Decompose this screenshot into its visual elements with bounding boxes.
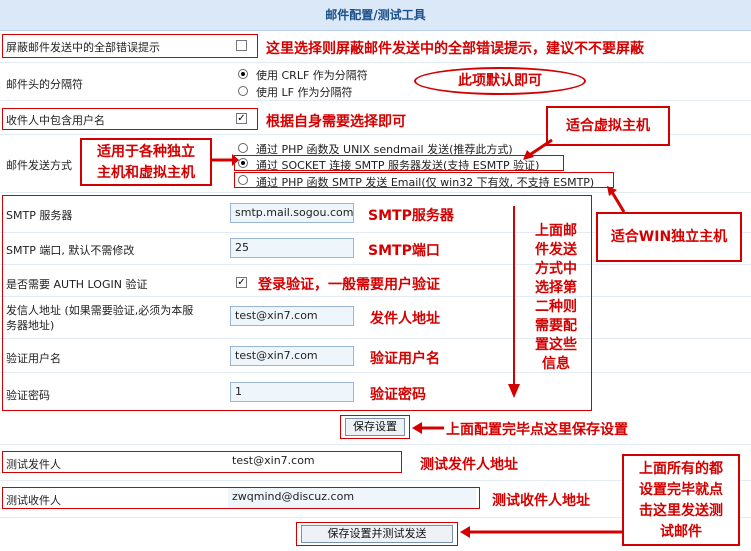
virtual-host-arrow <box>523 138 553 160</box>
virtual-dedicated-line2: 主机和虚拟主机 <box>97 165 195 181</box>
smtp-config-vertical-note: 上面邮 件发送 方式中 选择第 二种则 需要配 置这些 信息 <box>535 223 577 372</box>
smtp-port-label: SMTP 端口, 默认不需修改 <box>6 244 135 257</box>
include-username-note: 根据自身需要选择即可 <box>266 114 406 130</box>
test-sender-note: 测试发件人地址 <box>420 457 518 473</box>
auth-password-input[interactable]: 1 <box>230 382 354 402</box>
from-address-label-line2: 务器地址) <box>6 319 55 332</box>
auth-password-label: 验证密码 <box>6 389 50 402</box>
save-test-arrow <box>460 526 626 538</box>
send-method-socket-label: 通过 SOCKET 连接 SMTP 服务器发送(支持 ESMTP 验证) <box>256 159 540 172</box>
save-arrow <box>412 422 444 434</box>
from-address-input[interactable]: test@xin7.com <box>230 306 354 326</box>
row-divider <box>0 62 751 63</box>
from-address-note: 发件人地址 <box>370 311 440 327</box>
auth-user-label: 验证用户名 <box>6 352 61 365</box>
row-divider <box>0 192 751 193</box>
smtp-port-input[interactable]: 25 <box>230 238 354 258</box>
smtp-server-note: SMTP服务器 <box>368 208 454 224</box>
silent-errors-note: 这里选择则屏蔽邮件发送中的全部错误提示，建议不不要屏蔽 <box>266 41 644 57</box>
from-address-label-line1: 发信人地址 (如果需要验证,必须为本服 <box>6 304 194 317</box>
include-username-checkbox[interactable]: ✓ <box>236 113 247 124</box>
separator-crlf-radio[interactable] <box>238 69 248 79</box>
smtp-server-input[interactable]: smtp.mail.sogou.com <box>230 203 354 223</box>
separator-lf-radio[interactable] <box>238 86 248 96</box>
smtp-config-down-arrow <box>508 206 520 398</box>
row-divider <box>0 444 751 445</box>
header-separator-label: 邮件头的分隔符 <box>6 78 83 91</box>
separator-lf-label: 使用 LF 作为分隔符 <box>256 86 353 99</box>
test-recipient-note: 测试收件人地址 <box>492 493 590 509</box>
test-recipient-label: 测试收件人 <box>6 494 61 507</box>
auth-login-checkbox[interactable]: ✓ <box>236 277 247 288</box>
smtp-port-note: SMTP端口 <box>368 243 440 259</box>
send-method-label: 邮件发送方式 <box>6 159 72 172</box>
save-and-test-button[interactable]: 保存设置并测试发送 <box>301 525 453 543</box>
auth-password-note: 验证密码 <box>370 387 426 403</box>
include-username-label: 收件人中包含用户名 <box>6 114 105 127</box>
auth-user-note: 验证用户名 <box>370 351 440 367</box>
virtual-dedicated-callout: 适用于各种独立 主机和虚拟主机 <box>80 138 212 186</box>
test-sender-label: 测试发件人 <box>6 458 61 471</box>
send-method-win-radio[interactable] <box>238 175 248 185</box>
save-note: 上面配置完毕点这里保存设置 <box>446 422 628 438</box>
test-sender-input[interactable]: test@xin7.com <box>228 452 398 472</box>
separator-crlf-label: 使用 CRLF 作为分隔符 <box>256 69 368 82</box>
auth-login-label: 是否需要 AUTH LOGIN 验证 <box>6 278 148 291</box>
silent-errors-checkbox[interactable] <box>236 40 247 51</box>
virtual-dedicated-arrow <box>212 154 239 166</box>
win-host-callout: 适合WIN独立主机 <box>596 212 742 262</box>
default-note: 此项默认即可 <box>414 67 586 95</box>
row-divider <box>0 100 751 101</box>
save-button[interactable]: 保存设置 <box>345 418 405 436</box>
test-recipient-input[interactable]: zwqmind@discuz.com <box>228 488 476 508</box>
auth-user-input[interactable]: test@xin7.com <box>230 346 354 366</box>
smtp-server-label: SMTP 服务器 <box>6 209 73 222</box>
silent-errors-label: 屏蔽邮件发送中的全部错误提示 <box>6 41 160 54</box>
page-title: 邮件配置/测试工具 <box>0 0 751 31</box>
final-callout: 上面所有的都 设置完毕就点 击这里发送测 试邮件 <box>622 454 740 546</box>
virtual-host-callout: 适合虚拟主机 <box>546 106 670 146</box>
virtual-dedicated-line1: 适用于各种独立 <box>97 144 195 160</box>
auth-login-note: 登录验证，一般需要用户验证 <box>258 277 440 293</box>
send-method-win-label: 通过 PHP 函数 SMTP 发送 Email(仅 win32 下有效, 不支持… <box>256 176 595 189</box>
win-host-arrow <box>607 186 626 213</box>
